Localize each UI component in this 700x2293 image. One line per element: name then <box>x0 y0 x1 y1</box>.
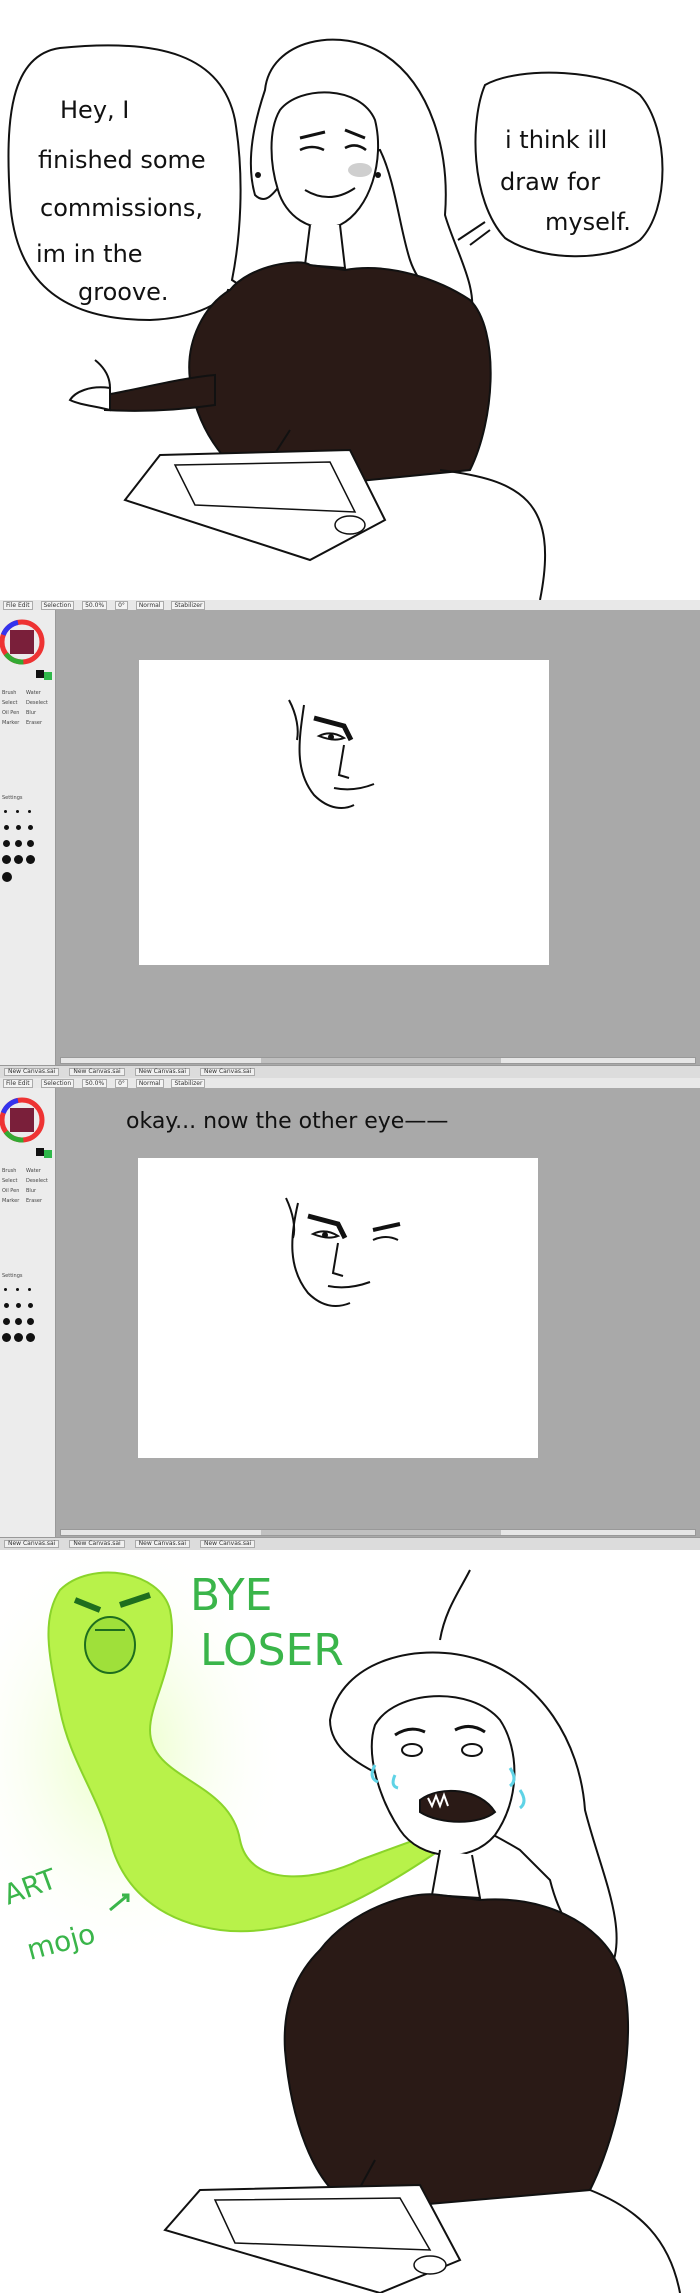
ghost-shouting-mouth <box>84 1616 136 1674</box>
toolbar-selection[interactable]: Selection <box>40 1079 75 1088</box>
character-blush <box>348 163 372 177</box>
document-tab-bar: New Canvas.sai New Canvas.sai New Canvas… <box>0 1065 700 1078</box>
character-pointing-hand <box>68 386 111 412</box>
bubble-right-line-1: i think ill <box>505 126 607 154</box>
scroll-thumb[interactable] <box>261 1530 501 1535</box>
canvas-viewport[interactable]: okay... now the other eye—— <box>56 1088 700 1538</box>
horizontal-scrollbar[interactable] <box>60 1057 696 1064</box>
tool-sidebar: Brush Water Select Deselect Oil Pen Blur… <box>0 610 56 1078</box>
toolbar-menu[interactable]: File Edit <box>3 1079 33 1088</box>
doc-tab-3[interactable]: New Canvas.sai <box>134 1540 191 1548</box>
doc-tab-2[interactable]: New Canvas.sai <box>69 1540 125 1548</box>
tool-water[interactable]: Water <box>26 1168 41 1174</box>
face-sketch-both-eyes <box>285 1197 401 1307</box>
tablet-active-area <box>213 2197 432 2251</box>
color-wheel-icon[interactable] <box>0 610 55 680</box>
tool-blur[interactable]: Blur <box>26 710 36 716</box>
character-left-arm <box>104 373 216 412</box>
tool-water[interactable]: Water <box>26 690 41 696</box>
tool-marker[interactable]: Marker <box>2 1198 19 1204</box>
tool-oil-pen[interactable]: Oil Pen <box>2 710 19 716</box>
color-wheel-icon[interactable] <box>0 1088 55 1158</box>
toolbar-stabilizer[interactable]: Stabilizer <box>171 1079 206 1088</box>
comic-panel-2-app-screenshot: File Edit Selection 50.0% 0° Normal Stab… <box>0 600 700 1078</box>
tablet-active-area <box>173 461 357 513</box>
document-tab-bar: New Canvas.sai New Canvas.sai New Canvas… <box>0 1537 700 1550</box>
face-sketch-one-eye <box>288 699 375 809</box>
hair-strand <box>439 1569 471 1641</box>
bubble-left-line-5: groove. <box>78 278 169 306</box>
toolbar-menu[interactable]: File Edit <box>3 601 33 610</box>
caption-layer: okay... now the other eye—— <box>126 1109 448 1134</box>
horizontal-scrollbar[interactable] <box>60 1529 696 1536</box>
toolbar-stabilizer[interactable]: Stabilizer <box>171 601 206 610</box>
brush-settings-label: Settings <box>2 795 23 801</box>
doc-tab-1[interactable]: New Canvas.sai <box>4 1540 60 1548</box>
character-pointing-finger <box>94 359 111 389</box>
table-edge <box>439 469 547 600</box>
comic-panel-1: Hey, I finished some commissions, im in … <box>0 0 700 600</box>
shout-line-2: LOSER <box>200 1625 344 1676</box>
toolbar-selection[interactable]: Selection <box>40 601 75 610</box>
handwritten-caption: okay... now the other eye—— <box>126 1109 448 1134</box>
toolbar-zoom[interactable]: 50.0% <box>82 601 108 610</box>
tablet-dial <box>334 515 366 535</box>
doc-tab-2[interactable]: New Canvas.sai <box>69 1068 125 1076</box>
tool-blur[interactable]: Blur <box>26 1188 36 1194</box>
shout-line-1: BYE <box>190 1570 272 1621</box>
doc-tab-3[interactable]: New Canvas.sai <box>134 1068 191 1076</box>
bubble-left-line-3: commissions, <box>40 194 203 222</box>
panel-4-drawing: BYE LOSER ART mojo <box>0 1550 681 2293</box>
character-face <box>270 91 379 229</box>
drawing-canvas[interactable] <box>138 1158 538 1458</box>
tool-eraser[interactable]: Eraser <box>26 720 42 726</box>
toolbar-blend-mode[interactable]: Normal <box>135 601 164 610</box>
bubble-right-line-3: myself. <box>545 208 631 236</box>
bubble-left-line-1: Hey, I <box>60 96 129 124</box>
tool-select[interactable]: Select <box>2 700 17 706</box>
tool-select[interactable]: Select <box>2 1178 17 1184</box>
table-edge <box>589 2189 681 2293</box>
left-eye <box>401 1743 423 1757</box>
tool-sidebar: Brush Water Select Deselect Oil Pen Blur… <box>0 1088 56 1550</box>
bubble-left-line-2: finished some <box>38 146 206 174</box>
toolbar-blend-mode[interactable]: Normal <box>135 1079 164 1088</box>
character-neck <box>430 1849 482 1900</box>
drawing-canvas[interactable] <box>139 660 549 965</box>
right-eye <box>461 1743 483 1757</box>
comic-panel-4: BYE LOSER ART mojo <box>0 1550 700 2293</box>
toolbar-rotation[interactable]: 0° <box>115 1079 128 1088</box>
tool-brush[interactable]: Brush <box>2 690 16 696</box>
character-neck <box>303 224 347 270</box>
toolbar-zoom[interactable]: 50.0% <box>82 1079 108 1088</box>
brush-settings-label: Settings <box>2 1273 23 1279</box>
canvas-viewport[interactable] <box>56 610 700 1066</box>
bubble-right-tail-lines <box>457 221 491 246</box>
character-earring-right <box>375 172 381 178</box>
comic-panel-3-app-screenshot: File Edit Selection 50.0% 0° Normal Stab… <box>0 1078 700 1550</box>
toolbar-rotation[interactable]: 0° <box>115 601 128 610</box>
bubble-right-line-2: draw for <box>500 168 600 196</box>
tool-marker[interactable]: Marker <box>2 720 19 726</box>
tablet-dial <box>413 2255 447 2275</box>
panel-1-drawing: Hey, I finished some commissions, im in … <box>7 38 664 600</box>
tool-deselect[interactable]: Deselect <box>26 1178 48 1184</box>
bubble-left-line-4: im in the <box>36 240 143 268</box>
doc-tab-4[interactable]: New Canvas.sai <box>199 1068 256 1076</box>
tool-deselect[interactable]: Deselect <box>26 700 48 706</box>
tool-brush[interactable]: Brush <box>2 1168 16 1174</box>
tool-oil-pen[interactable]: Oil Pen <box>2 1188 19 1194</box>
character-earring <box>255 172 261 178</box>
doc-tab-1[interactable]: New Canvas.sai <box>4 1068 60 1076</box>
character-sweater <box>283 1893 629 2212</box>
tool-eraser[interactable]: Eraser <box>26 1198 42 1204</box>
scroll-thumb[interactable] <box>261 1058 501 1063</box>
doc-tab-4[interactable]: New Canvas.sai <box>199 1540 256 1548</box>
